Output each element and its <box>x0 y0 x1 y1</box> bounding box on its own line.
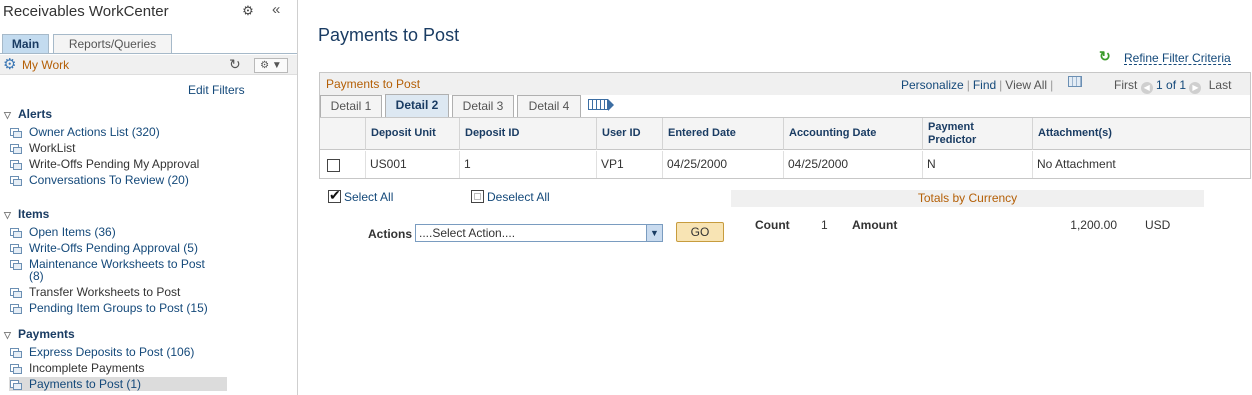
page-link-icon <box>9 302 22 314</box>
pager-last[interactable]: Last <box>1209 78 1232 92</box>
page-link-icon <box>9 346 22 358</box>
cell-attachments[interactable]: No Attachment <box>1032 151 1250 178</box>
download-grid-icon[interactable] <box>1068 76 1082 87</box>
section-payments[interactable]: ▽ Payments <box>4 327 75 341</box>
page-title: Payments to Post <box>318 25 460 45</box>
col-user-id[interactable]: User ID <box>596 118 662 150</box>
go-button[interactable]: GO <box>676 222 724 242</box>
separator: | <box>999 78 1003 92</box>
col-deposit-id[interactable]: Deposit ID <box>459 118 596 150</box>
tab-detail-1[interactable]: Detail 1 <box>320 95 382 117</box>
next-arrow-icon[interactable]: ▶ <box>1189 82 1202 94</box>
pager: First ◀ 1 of 1 ▶ Last <box>1114 78 1231 94</box>
col-attachments[interactable]: Attachment(s) <box>1032 118 1250 150</box>
cell-payment-predictor: N <box>922 151 1032 178</box>
tab-divider <box>0 53 297 54</box>
totals-count-label: Count <box>755 218 790 232</box>
prev-arrow-icon[interactable]: ◀ <box>1140 82 1153 94</box>
col-entered-date[interactable]: Entered Date <box>662 118 783 150</box>
tab-detail-3[interactable]: Detail 3 <box>452 95 514 117</box>
totals-header: Totals by Currency <box>731 190 1204 207</box>
grid-nav-links: Personalize | Find | View All | <box>901 78 1056 92</box>
my-work-header: ⚙ My Work ↻ <box>0 55 297 75</box>
totals-title: Totals by Currency <box>917 191 1018 205</box>
row-select-checkbox[interactable] <box>327 159 340 172</box>
page-link-icon <box>9 378 22 390</box>
expand-triangle-icon: ▽ <box>4 330 11 340</box>
tab-detail-2[interactable]: Detail 2 <box>385 94 449 117</box>
page-link-icon <box>9 258 22 270</box>
page-link-icon <box>9 142 22 154</box>
empty-checkbox-icon <box>471 190 484 203</box>
section-title: Items <box>18 207 50 221</box>
page-link-icon <box>9 286 22 298</box>
cell-accounting-date: 04/25/2000 <box>783 151 922 178</box>
col-payment-predictor[interactable]: Payment Predictor <box>922 118 1032 150</box>
pager-range: 1 of 1 <box>1156 78 1187 92</box>
totals-amount-value: 1,200.00 <box>1070 218 1117 232</box>
section-title: Alerts <box>18 107 53 121</box>
tab-reports-queries[interactable]: Reports/Queries <box>53 34 172 54</box>
section-alerts[interactable]: ▽ Alerts <box>4 107 52 121</box>
totals-count-value: 1 <box>821 218 828 232</box>
totals-amount-label: Amount <box>852 218 898 232</box>
refresh-icon[interactable]: ↻ <box>229 57 241 71</box>
find-link[interactable]: Find <box>973 78 996 92</box>
page-link-icon <box>9 242 22 254</box>
my-work-actions-menu[interactable]: ⚙ ▼ <box>254 58 288 73</box>
tab-detail-4[interactable]: Detail 4 <box>517 95 581 117</box>
cell-deposit-unit: US001 <box>365 151 459 178</box>
my-work-gear-icon: ⚙ <box>3 56 17 73</box>
actions-dropdown[interactable]: ....Select Action.... ▼ <box>415 224 663 242</box>
edit-filters-link[interactable]: Edit Filters <box>188 83 245 97</box>
my-work-label[interactable]: My Work <box>22 58 69 72</box>
separator: | <box>1050 78 1054 92</box>
expand-triangle-icon: ▽ <box>4 110 11 120</box>
expand-triangle-icon: ▽ <box>4 210 11 220</box>
workcenter-panel: Receivables WorkCenter ⚙ « Main Reports/… <box>0 0 298 395</box>
show-all-columns-icon[interactable] <box>588 97 616 113</box>
page-link-icon <box>9 226 22 238</box>
refine-filter-criteria-link[interactable]: Refine Filter Criteria <box>1124 52 1231 65</box>
section-items[interactable]: ▽ Items <box>4 207 49 221</box>
gear-icon: ⚙ <box>260 60 270 71</box>
separator: | <box>966 78 970 92</box>
view-all-link[interactable]: View All <box>1005 78 1047 92</box>
cell-entered-date: 04/25/2000 <box>662 151 783 178</box>
workcenter-title: Receivables WorkCenter <box>3 3 169 20</box>
grid-header: Payments to Post Personalize | Find | View A… <box>320 73 1250 95</box>
section-title: Payments <box>18 327 75 341</box>
grid-title: Payments to Post <box>326 77 421 91</box>
table-row: US001 1 VP1 04/25/2000 04/25/2000 N No A… <box>320 151 1250 179</box>
list-item-payments-to-post[interactable]: Payments to Post (1) <box>9 377 227 391</box>
cell-user-id: VP1 <box>596 151 662 178</box>
col-accounting-date[interactable]: Accounting Date <box>783 118 922 150</box>
chevron-down-icon: ▼ <box>271 60 282 71</box>
chevron-down-icon: ▼ <box>646 225 662 241</box>
page-link-icon <box>9 126 22 138</box>
payments-grid: Payments to Post Personalize | Find | View A… <box>319 72 1251 179</box>
select-all-link[interactable]: Select All <box>328 187 393 204</box>
pager-first[interactable]: First <box>1114 78 1137 92</box>
gear-icon[interactable]: ⚙ <box>241 4 255 18</box>
totals-currency: USD <box>1145 218 1171 232</box>
personalize-link[interactable]: Personalize <box>901 78 964 92</box>
col-deposit-unit[interactable]: Deposit Unit <box>365 118 459 150</box>
collapse-icon[interactable]: « <box>272 2 280 18</box>
grid-column-headers: Deposit Unit Deposit ID User ID Entered … <box>320 117 1250 150</box>
refresh-green-icon[interactable]: ↻ <box>1099 48 1111 65</box>
page-link-icon <box>9 174 22 186</box>
cell-deposit-id: 1 <box>459 151 596 178</box>
deselect-all-link[interactable]: Deselect All <box>471 190 550 204</box>
tab-main[interactable]: Main <box>2 34 49 54</box>
checkmark-icon <box>328 187 341 204</box>
actions-label: Actions <box>368 227 413 241</box>
page-link-icon <box>9 158 22 170</box>
page-link-icon <box>9 362 22 374</box>
